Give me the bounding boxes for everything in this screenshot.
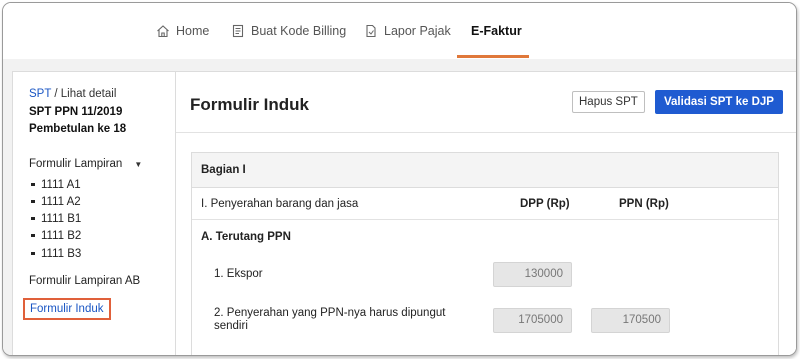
- app-window: Home Buat Kode Billing Lapor Pajak E-Fak…: [2, 2, 797, 356]
- nav-lapor-label: Lapor Pajak: [384, 24, 451, 38]
- caret-down-icon: ▼: [134, 159, 143, 169]
- sidebar-item-label: 1111 B1: [41, 213, 82, 225]
- main-panel: Formulir Induk Hapus SPT Validasi SPT ke…: [175, 71, 796, 355]
- bullet-icon: [31, 252, 35, 256]
- column-ppn: PPN (Rp): [619, 198, 669, 210]
- formulir-lampiran-label: Formulir Lampiran: [29, 158, 123, 170]
- sidebar-item-label: 1111 B3: [41, 248, 82, 260]
- nav-home-label: Home: [176, 24, 210, 38]
- nav-lapor-pajak[interactable]: Lapor Pajak: [364, 3, 451, 59]
- table-header-row: I. Penyerahan barang dan jasa DPP (Rp) P…: [192, 188, 778, 220]
- ppn-field-penyerahan[interactable]: 170500: [591, 308, 670, 333]
- active-tab-indicator: [457, 55, 529, 58]
- header-divider: [176, 132, 796, 133]
- sidebar-item-lampiran-ab[interactable]: Formulir Lampiran AB: [29, 275, 140, 287]
- subsection-heading: A. Terutang PPN: [201, 231, 291, 243]
- billing-icon: [232, 24, 244, 38]
- spt-heading: SPT PPN 11/2019 Pembetulan ke 18: [29, 104, 126, 138]
- spt-revision: Pembetulan ke 18: [29, 123, 127, 135]
- bullet-icon: [31, 183, 35, 187]
- dpp-field-penyerahan[interactable]: 1705000: [493, 308, 572, 333]
- column-dpp: DPP (Rp): [520, 198, 570, 210]
- breadcrumb: SPT / Lihat detail: [29, 88, 116, 100]
- report-icon: [366, 24, 376, 38]
- sidebar-item-label: 1111 A2: [41, 196, 81, 208]
- top-navigation: Home Buat Kode Billing Lapor Pajak E-Fak…: [3, 3, 796, 59]
- sidebar: SPT / Lihat detail SPT PPN 11/2019 Pembe…: [12, 71, 175, 355]
- sidebar-item-1111-a2[interactable]: 1111 A2: [31, 196, 81, 208]
- nav-efaktur-label: E-Faktur: [471, 24, 522, 38]
- sidebar-item-label: 1111 B2: [41, 230, 82, 242]
- home-icon: [157, 25, 169, 38]
- sidebar-item-formulir-induk[interactable]: Formulir Induk: [23, 298, 111, 320]
- row-label-line: sendiri: [214, 320, 248, 332]
- nav-buat-kode-billing[interactable]: Buat Kode Billing: [231, 3, 346, 59]
- formulir-lampiran-toggle[interactable]: Formulir Lampiran ▼: [29, 158, 142, 170]
- row-label-penyerahan: 2. Penyerahan yang PPN-nya harus dipungu…: [214, 307, 445, 333]
- spt-period: SPT PPN 11/2019: [29, 106, 123, 118]
- breadcrumb-spt-link[interactable]: SPT: [29, 88, 51, 100]
- nav-billing-label: Buat Kode Billing: [251, 24, 347, 38]
- sidebar-item-1111-b2[interactable]: 1111 B2: [31, 230, 81, 242]
- validasi-spt-button[interactable]: Validasi SPT ke DJP: [655, 90, 783, 114]
- sidebar-item-label: 1111 A1: [41, 179, 81, 191]
- nav-e-faktur[interactable]: E-Faktur: [471, 3, 522, 59]
- dpp-field-ekspor[interactable]: 130000: [493, 262, 572, 287]
- bullet-icon: [31, 200, 35, 204]
- bullet-icon: [31, 217, 35, 221]
- sidebar-item-1111-b1[interactable]: 1111 B1: [31, 213, 81, 225]
- panel-title: Bagian I: [201, 164, 246, 176]
- sidebar-item-1111-a1[interactable]: 1111 A1: [31, 179, 81, 191]
- hapus-spt-button[interactable]: Hapus SPT: [572, 91, 645, 113]
- nav-home[interactable]: Home: [156, 3, 209, 59]
- breadcrumb-current: / Lihat detail: [51, 88, 117, 100]
- bullet-icon: [31, 234, 35, 238]
- row-label-ekspor: 1. Ekspor: [214, 268, 263, 280]
- section-heading: I. Penyerahan barang dan jasa: [201, 198, 359, 210]
- content-area: SPT / Lihat detail SPT PPN 11/2019 Pembe…: [3, 59, 796, 355]
- bagian-i-panel: Bagian I I. Penyerahan barang dan jasa D…: [191, 152, 779, 355]
- panel-header: Bagian I: [192, 153, 778, 188]
- row-label-line: 2. Penyerahan yang PPN-nya harus dipungu…: [214, 307, 446, 319]
- page-title: Formulir Induk: [190, 95, 309, 114]
- sidebar-item-1111-b3[interactable]: 1111 B3: [31, 248, 81, 260]
